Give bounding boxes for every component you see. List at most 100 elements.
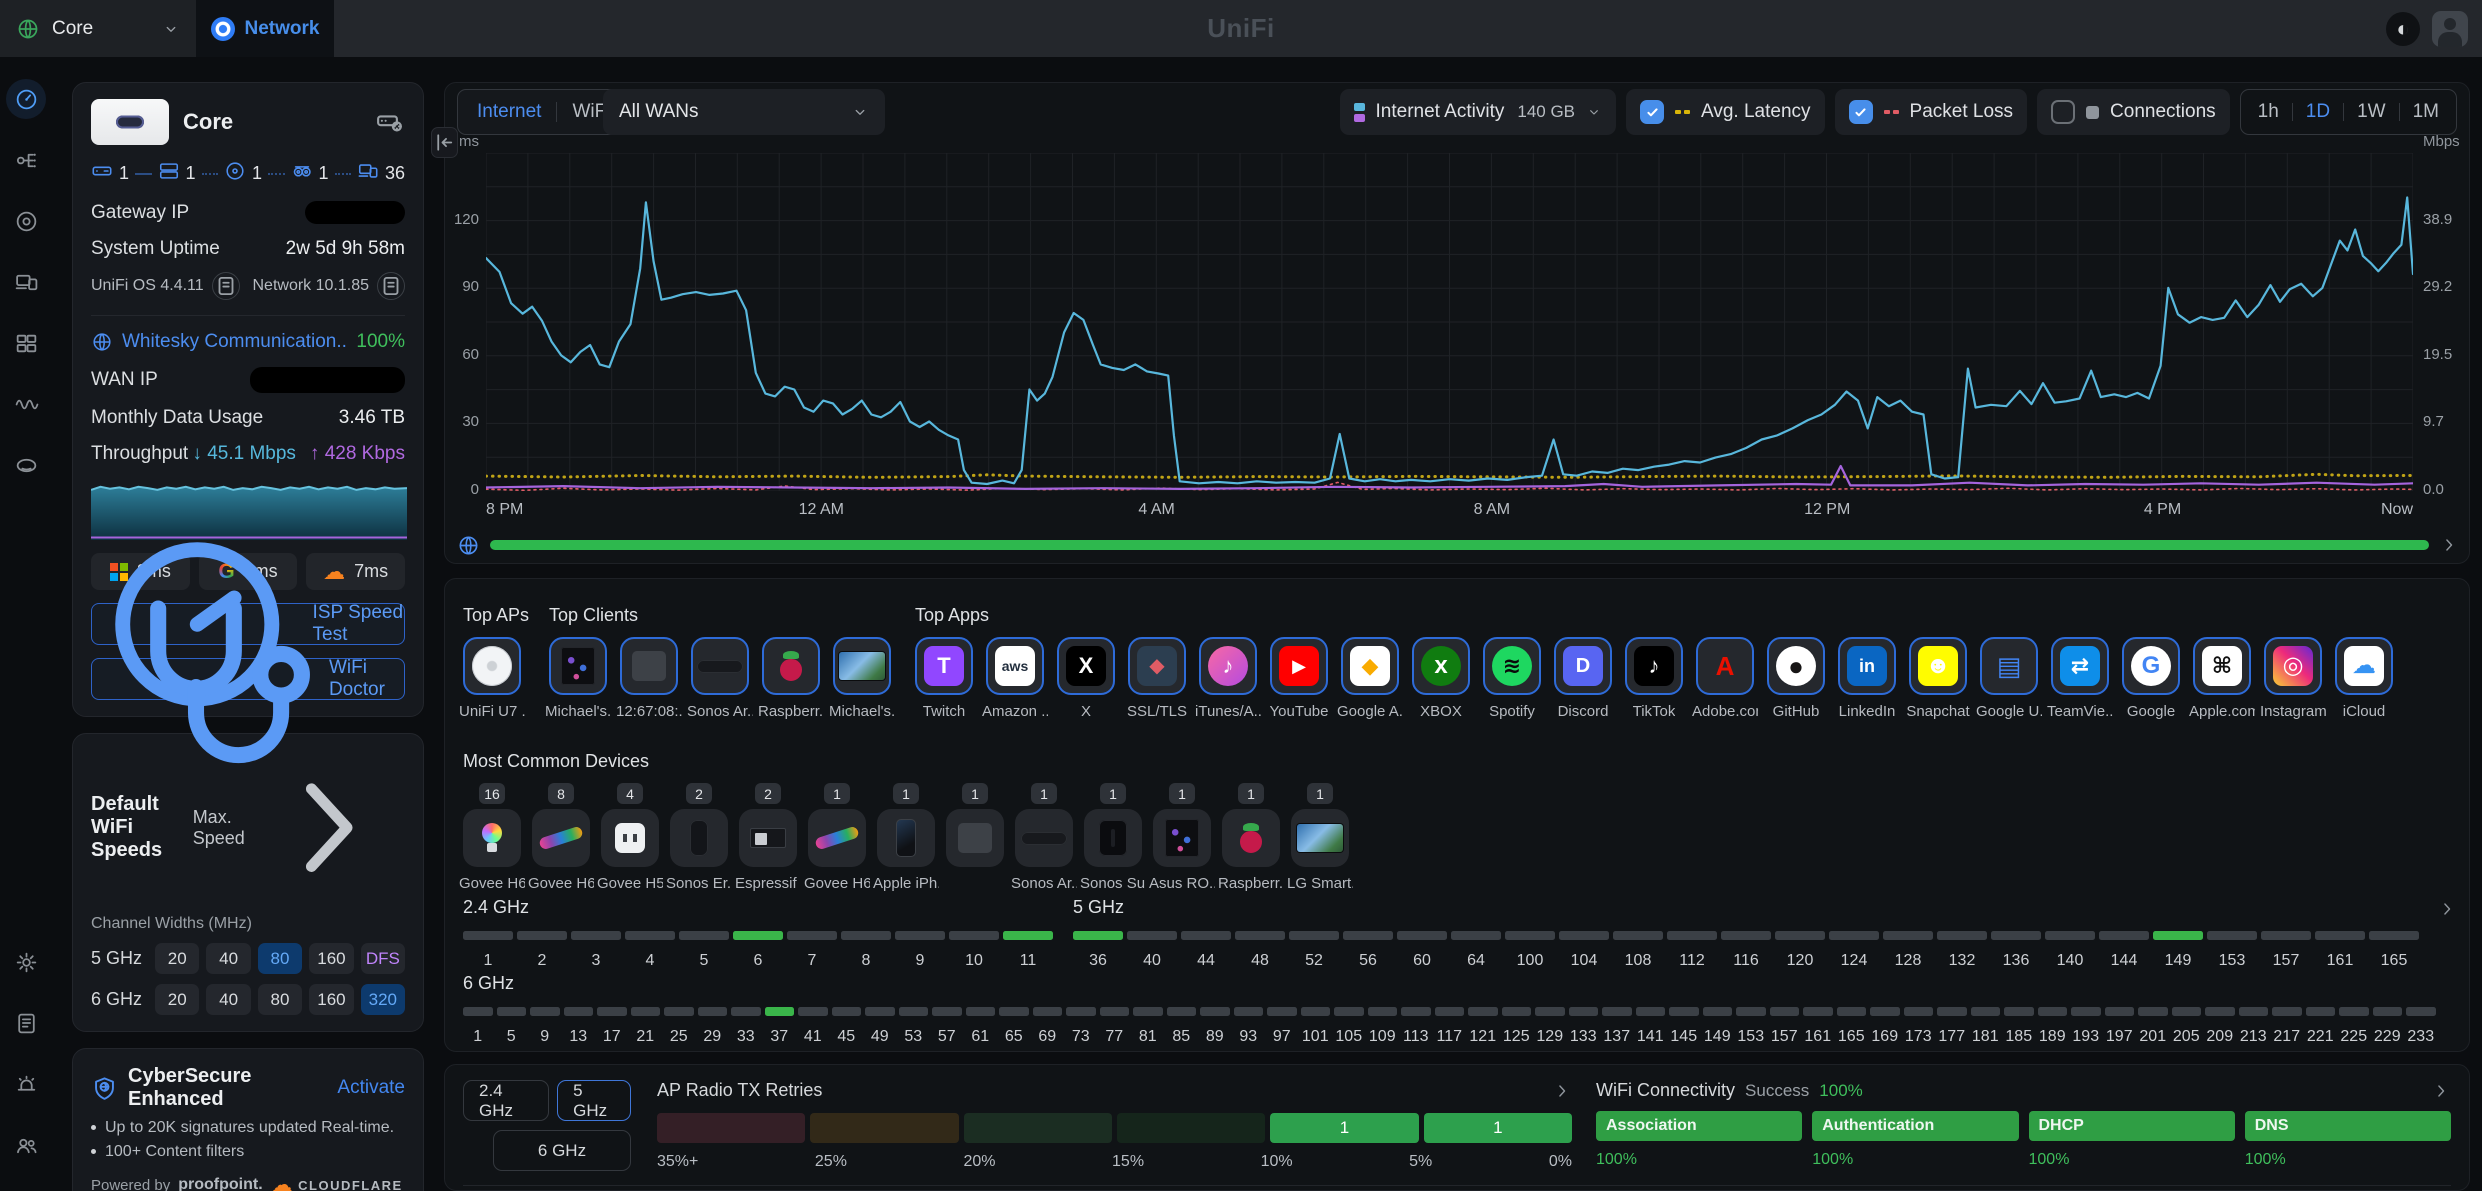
range-1h[interactable]: 1h bbox=[2245, 101, 2292, 123]
top-app-tile[interactable]: ▶ bbox=[1270, 637, 1328, 695]
band-button-5GHz[interactable]: 5 GHz bbox=[557, 1080, 631, 1121]
sidebar-item-topology[interactable] bbox=[6, 140, 46, 180]
top-app-tile[interactable]: x bbox=[1412, 637, 1470, 695]
max-speed-link[interactable]: Max. Speed bbox=[193, 750, 405, 905]
top-app-tile[interactable]: ▤ bbox=[1980, 637, 2038, 695]
sidebar-item-clients[interactable] bbox=[6, 262, 46, 302]
channel-width-chip[interactable]: 160 bbox=[309, 943, 353, 974]
top-app-tile[interactable]: ♪ bbox=[1625, 637, 1683, 695]
common-device-tile[interactable] bbox=[532, 809, 590, 867]
chevron-right-icon[interactable] bbox=[2439, 535, 2459, 555]
top-client-tile[interactable] bbox=[620, 637, 678, 695]
sidebar-item-admins[interactable] bbox=[6, 1125, 46, 1165]
toggle-avg-latency[interactable]: Avg. Latency bbox=[1626, 89, 1825, 135]
range-1D[interactable]: 1D bbox=[2293, 101, 2343, 123]
channel-width-chip[interactable]: 20 bbox=[155, 943, 199, 974]
top-app-tile[interactable]: ♪ bbox=[1199, 637, 1257, 695]
top-client-tile[interactable] bbox=[833, 637, 891, 695]
top-app-tile[interactable]: in bbox=[1838, 637, 1896, 695]
top-app-tile[interactable]: ⌘ bbox=[2193, 637, 2251, 695]
sidebar-item-journal[interactable] bbox=[6, 1003, 46, 1043]
common-device-tile[interactable] bbox=[1222, 809, 1280, 867]
checkbox[interactable] bbox=[1640, 100, 1664, 124]
top-app-tile[interactable]: D bbox=[1554, 637, 1612, 695]
channel-29: 29 bbox=[698, 1007, 728, 1046]
sidebar-item-ports[interactable] bbox=[6, 323, 46, 363]
tab-network[interactable]: Network bbox=[196, 0, 334, 57]
tab-internet[interactable]: Internet bbox=[462, 101, 556, 123]
channel-width-chip[interactable]: 320 bbox=[361, 984, 405, 1015]
channel-width-chip[interactable]: 80 bbox=[258, 984, 302, 1015]
toggle-label: Avg. Latency bbox=[1701, 101, 1811, 123]
release-notes-icon[interactable] bbox=[377, 272, 405, 300]
common-device-tile[interactable] bbox=[739, 809, 797, 867]
common-device-tile[interactable] bbox=[463, 809, 521, 867]
top-client-tile[interactable] bbox=[691, 637, 749, 695]
top-app-tile[interactable]: ⇄ bbox=[2051, 637, 2109, 695]
top-app-tile[interactable]: T bbox=[915, 637, 973, 695]
toggle-connections[interactable]: Connections bbox=[2037, 89, 2230, 135]
common-device-tile[interactable] bbox=[1291, 809, 1349, 867]
chevron-right-icon[interactable] bbox=[1552, 1081, 1572, 1101]
top-app-tile[interactable]: X bbox=[1057, 637, 1115, 695]
top-app-tile[interactable]: ◎ bbox=[2264, 637, 2322, 695]
chevron-right-icon[interactable] bbox=[2437, 899, 2457, 919]
sidebar-item-devices[interactable] bbox=[6, 201, 46, 241]
sub-image bbox=[1099, 820, 1127, 856]
channel-number: 129 bbox=[1536, 1028, 1563, 1046]
top-client-tile[interactable] bbox=[549, 637, 607, 695]
top-app-tile[interactable]: A bbox=[1696, 637, 1754, 695]
chevron-right-icon[interactable] bbox=[2431, 1081, 2451, 1101]
top-app-tile[interactable]: ☻ bbox=[1909, 637, 1967, 695]
common-device-tile[interactable] bbox=[946, 809, 1004, 867]
collapse-panel-button[interactable] bbox=[431, 127, 458, 158]
common-device-tile[interactable] bbox=[601, 809, 659, 867]
top-app-tile[interactable]: G bbox=[2122, 637, 2180, 695]
common-device-tile[interactable] bbox=[1153, 809, 1211, 867]
channel-width-chip[interactable]: 40 bbox=[206, 984, 250, 1015]
top-app-tile[interactable]: aws bbox=[986, 637, 1044, 695]
site-switcher[interactable]: Core bbox=[0, 0, 196, 57]
common-device-tile[interactable] bbox=[670, 809, 728, 867]
top-app-tile[interactable]: ● bbox=[1767, 637, 1825, 695]
wifi-doctor-button[interactable]: WiFi Doctor bbox=[91, 658, 405, 700]
top-client-tile[interactable] bbox=[762, 637, 820, 695]
theme-toggle-button[interactable] bbox=[2386, 12, 2420, 46]
common-device-tile[interactable] bbox=[877, 809, 935, 867]
top-app-tile[interactable]: ≋ bbox=[1483, 637, 1541, 695]
activate-link[interactable]: Activate bbox=[337, 1077, 405, 1099]
gateway-settings-icon[interactable] bbox=[375, 107, 405, 137]
internet-activity-selector[interactable]: Internet Activity 140 GB bbox=[1340, 89, 1617, 135]
sidebar-item-dashboard[interactable] bbox=[6, 79, 46, 119]
top-ap-tile[interactable] bbox=[463, 637, 521, 695]
range-1W[interactable]: 1W bbox=[2344, 101, 2399, 123]
channel-width-chip[interactable]: 80 bbox=[258, 943, 302, 974]
top-app-tile[interactable]: ◆ bbox=[1128, 637, 1186, 695]
channel-157: 157 bbox=[1770, 1007, 1800, 1046]
top-app-tile[interactable]: ☁ bbox=[2335, 637, 2393, 695]
checkbox[interactable] bbox=[1849, 100, 1873, 124]
clients-count-value: 36 bbox=[385, 163, 405, 184]
sidebar-item-settings[interactable] bbox=[6, 942, 46, 982]
chevron-down-icon bbox=[162, 20, 180, 38]
common-device-tile[interactable] bbox=[1084, 809, 1142, 867]
channel-width-chip[interactable]: 40 bbox=[206, 943, 250, 974]
top-app-tile[interactable]: ◆ bbox=[1341, 637, 1399, 695]
channel-width-chip[interactable]: 160 bbox=[309, 984, 353, 1015]
common-device-tile[interactable] bbox=[808, 809, 866, 867]
toggle-packet-loss[interactable]: Packet Loss bbox=[1835, 89, 2028, 135]
checkbox[interactable] bbox=[2051, 100, 2075, 124]
sidebar-item-alerts[interactable] bbox=[6, 1064, 46, 1104]
release-notes-icon[interactable] bbox=[212, 272, 240, 300]
band-button-6GHz[interactable]: 6 GHz bbox=[493, 1130, 631, 1171]
wan-select[interactable]: All WANs bbox=[603, 89, 885, 135]
user-avatar[interactable] bbox=[2432, 11, 2468, 47]
sidebar-item-coverage[interactable] bbox=[6, 445, 46, 485]
sidebar-item-radios[interactable] bbox=[6, 384, 46, 424]
isp-name-link[interactable]: Whitesky Communication... bbox=[122, 331, 347, 353]
common-device-tile[interactable] bbox=[1015, 809, 1073, 867]
band-button-2.4GHz[interactable]: 2.4 GHz bbox=[463, 1080, 549, 1121]
channel-width-chip[interactable]: DFS bbox=[361, 943, 405, 974]
range-1M[interactable]: 1M bbox=[2400, 101, 2452, 123]
channel-width-chip[interactable]: 20 bbox=[155, 984, 199, 1015]
